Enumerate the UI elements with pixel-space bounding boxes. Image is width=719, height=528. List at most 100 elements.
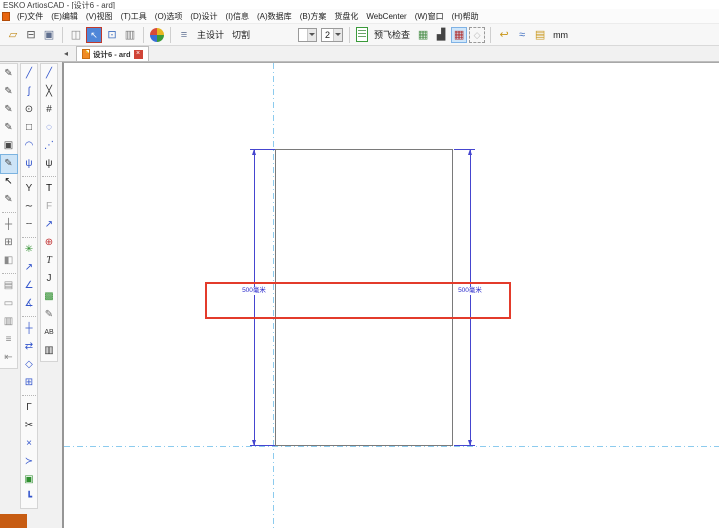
menu-palletization[interactable]: 货盘化: [330, 11, 362, 22]
stair-step-tool-icon[interactable]: ┗: [21, 489, 37, 507]
move-view-tool-icon[interactable]: ┼: [1, 216, 17, 234]
line-style-combo[interactable]: [298, 28, 317, 42]
copy-view-tool-icon[interactable]: ⊞: [1, 234, 17, 252]
rays-tool-icon[interactable]: ⋰: [41, 137, 57, 155]
grid-view-tool-icon[interactable]: ▥: [1, 313, 17, 331]
pointer-tool-icon[interactable]: ↖: [1, 173, 17, 191]
menu-design[interactable]: (D)设计: [186, 11, 221, 22]
edit-tool-icon[interactable]: ✎: [1, 191, 17, 209]
design-canvas[interactable]: 500毫米 500毫米: [62, 62, 719, 528]
corner-tool-icon[interactable]: Γ: [21, 399, 37, 417]
protractor-tool-icon[interactable]: ∡: [21, 295, 37, 313]
line-tool-icon[interactable]: ╱: [21, 65, 37, 83]
document-app-icon[interactable]: [2, 12, 10, 21]
zoom-out-tool-icon[interactable]: ✎: [1, 83, 17, 101]
layout-table-icon[interactable]: ▦: [451, 27, 467, 43]
curve-tool-icon[interactable]: ʃ: [21, 83, 37, 101]
line2-tool-icon[interactable]: ╱: [41, 65, 57, 83]
open-icon[interactable]: ▱: [5, 27, 21, 43]
freehand-tool-icon[interactable]: ∼: [21, 198, 37, 216]
counter-icon[interactable]: ▟: [433, 27, 449, 43]
rectangle-tool-icon[interactable]: □: [21, 119, 37, 137]
paperclip-tool-icon[interactable]: ✎: [41, 306, 57, 324]
point-line-tool-icon[interactable]: ┄: [21, 216, 37, 234]
stretch-tool-icon[interactable]: ⇄: [21, 338, 37, 356]
layers-icon[interactable]: ≡: [176, 27, 192, 43]
menu-info[interactable]: (I)信息: [221, 11, 253, 22]
italic-text-tool-icon[interactable]: J: [41, 270, 57, 288]
print-icon[interactable]: ⊟: [23, 27, 39, 43]
scale-combo-chevron-icon[interactable]: [333, 29, 342, 41]
zoom-in-tool-icon[interactable]: ✎: [1, 65, 17, 83]
menu-webcenter[interactable]: WebCenter: [362, 12, 410, 21]
move-copy-tool-icon[interactable]: ⊞: [21, 374, 37, 392]
zoom-window-tool-icon[interactable]: ✎: [1, 119, 17, 137]
extend-tool-icon[interactable]: ≻: [21, 453, 37, 471]
tab-close-icon[interactable]: ×: [134, 50, 143, 59]
flat-view-tool-icon[interactable]: ▭: [1, 295, 17, 313]
menu-scheme[interactable]: (B)方案: [296, 11, 331, 22]
arc-tool-icon[interactable]: ◠: [21, 137, 37, 155]
title-bar: ESKO ArtiosCAD - [设计6 - ard]: [0, 0, 719, 9]
cross-break-tool-icon[interactable]: ╳: [41, 83, 57, 101]
leader-arrow-tool-icon[interactable]: ↗: [41, 216, 57, 234]
align-edge-tool-icon[interactable]: ⇤: [1, 349, 17, 367]
zoom-selected-tool-icon[interactable]: ✎: [1, 155, 17, 173]
rebuild-design-icon[interactable]: [150, 28, 164, 42]
wheel-tool-icon[interactable]: ⊕: [41, 234, 57, 252]
fork-tool-icon[interactable]: Y: [21, 180, 37, 198]
view-box-tool-icon[interactable]: ▣: [1, 137, 17, 155]
convert-3d-icon[interactable]: ⊡: [104, 27, 120, 43]
paragraph-tool-icon[interactable]: F: [41, 198, 57, 216]
preflight-button[interactable]: 预飞检查: [374, 28, 410, 41]
angle-tool-icon[interactable]: ∠: [21, 277, 37, 295]
menu-window[interactable]: (W)窗口: [411, 11, 448, 22]
menu-database[interactable]: (A)数据库: [253, 11, 296, 22]
branch-tool-icon[interactable]: ψ: [21, 155, 37, 173]
menu-options[interactable]: (O)选项: [151, 11, 187, 22]
tab-scroll-left-icon[interactable]: ◂: [64, 47, 68, 61]
ab-text-tool-icon[interactable]: AB: [41, 324, 57, 342]
red-highlight-box: [205, 282, 511, 319]
main-design-button[interactable]: 主设计: [197, 28, 224, 41]
delete-tool-icon[interactable]: ×: [21, 435, 37, 453]
branch2-tool-icon[interactable]: ψ: [41, 155, 57, 173]
layer-stack-tool-icon[interactable]: ≡: [1, 331, 17, 349]
line-style-combo-chevron-icon[interactable]: [307, 29, 316, 41]
units-button[interactable]: mm: [553, 30, 568, 40]
snap-grid-icon[interactable]: ▦: [415, 27, 431, 43]
bend-arrow-icon[interactable]: ↩: [496, 27, 512, 43]
serif-text-tool-icon[interactable]: T: [41, 252, 57, 270]
cut-tool-icon[interactable]: ✂: [21, 417, 37, 435]
pan-tool-icon[interactable]: ✎: [1, 101, 17, 119]
board-tool-icon[interactable]: ▤: [1, 277, 17, 295]
dashed-circle-tool-icon[interactable]: ◌: [41, 119, 57, 137]
ribbon-icon[interactable]: ≈: [514, 27, 530, 43]
snap-point-tool-icon[interactable]: ✳: [21, 241, 37, 259]
clip-region-icon[interactable]: ◇: [469, 27, 485, 43]
text-tool-icon[interactable]: T: [41, 180, 57, 198]
menu-tools[interactable]: (T)工具: [117, 11, 151, 22]
cut-layer-button[interactable]: 切割: [232, 28, 250, 41]
select-tool-icon[interactable]: ↖: [86, 27, 102, 43]
snapshot-icon[interactable]: ◫: [68, 27, 84, 43]
barcode-tool-icon[interactable]: ▥: [41, 342, 57, 360]
rotate-tool-icon[interactable]: ◇: [21, 356, 37, 374]
pallet-icon[interactable]: ▤: [532, 27, 548, 43]
move-point-tool-icon[interactable]: ┼: [21, 320, 37, 338]
dimension-tool-icon[interactable]: ↗: [21, 259, 37, 277]
menu-file[interactable]: (F)文件: [13, 11, 47, 22]
menu-view[interactable]: (V)视图: [82, 11, 117, 22]
save-icon[interactable]: ▣: [41, 27, 57, 43]
solid-box-tool-icon[interactable]: ◧: [1, 252, 17, 270]
trim-box-tool-icon[interactable]: ▣: [21, 471, 37, 489]
dimension-columns-icon[interactable]: ▥: [122, 27, 138, 43]
bridge-tool-icon[interactable]: #: [41, 101, 57, 119]
preflight-icon[interactable]: [356, 27, 368, 42]
tab-design6[interactable]: 设计6 - ard ×: [76, 46, 149, 61]
hatch-fill-tool-icon[interactable]: ▩: [41, 288, 57, 306]
circle-tool-icon[interactable]: ⊙: [21, 101, 37, 119]
menu-edit[interactable]: (E)编辑: [47, 11, 82, 22]
menu-help[interactable]: (H)帮助: [448, 11, 483, 22]
scale-combo[interactable]: 2: [321, 28, 343, 42]
